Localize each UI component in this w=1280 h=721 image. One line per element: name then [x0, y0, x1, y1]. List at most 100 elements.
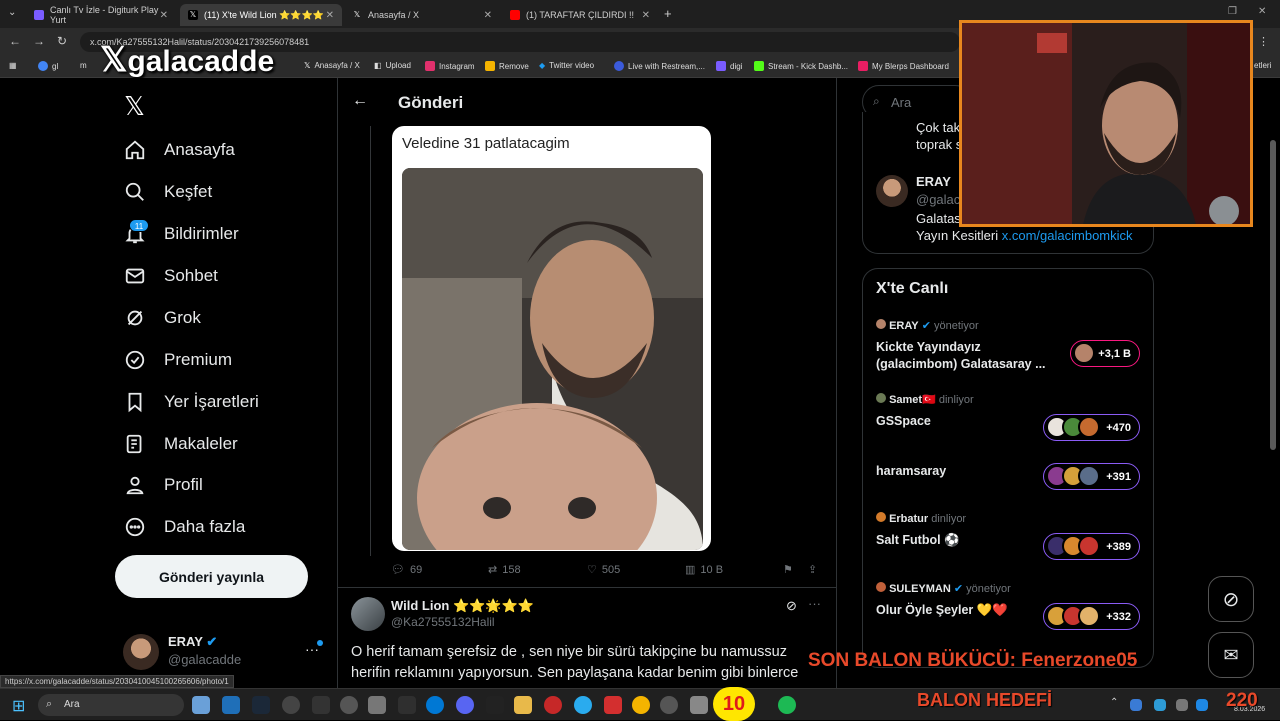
- chrome-icon[interactable]: [632, 696, 650, 714]
- tab-youtube[interactable]: (1) TARAFTAR ÇILDIRDI !! Beşikt ✕: [502, 4, 658, 26]
- live-space-title[interactable]: Kickte Yayındayız (galacimbom) Galatasar…: [876, 339, 1056, 373]
- avatar[interactable]: [876, 175, 908, 207]
- grok-icon[interactable]: ⊘: [786, 598, 797, 614]
- bookmark-kick[interactable]: Stream - Kick Dashb...: [754, 61, 848, 71]
- tray-icon[interactable]: [1176, 699, 1188, 711]
- sidebar-item-label: Keşfet: [164, 182, 213, 201]
- tray-icon[interactable]: [1154, 699, 1166, 711]
- repost-action[interactable]: ⇄ 158: [488, 563, 521, 577]
- live-space-title[interactable]: Olur Öyle Şeyler 💛❤️: [876, 603, 1008, 618]
- share-action[interactable]: ⇪: [808, 563, 817, 576]
- tray-icon[interactable]: [1130, 699, 1142, 711]
- spotify-icon[interactable]: [778, 696, 796, 714]
- post-photo[interactable]: [402, 168, 703, 550]
- 4k-icon[interactable]: [282, 696, 300, 714]
- apps-icon[interactable]: ▦: [9, 61, 17, 70]
- sidebar-item-profil[interactable]: Profil: [124, 474, 203, 496]
- status-url: https://x.com/galacadde/status/203041004…: [0, 675, 234, 688]
- tab-list-icon[interactable]: ⌄: [8, 7, 16, 18]
- epic-games-icon[interactable]: [486, 696, 504, 714]
- bookmark-digi[interactable]: digi: [716, 61, 742, 71]
- app-icon[interactable]: [312, 696, 330, 714]
- sidebar-item-makaleler[interactable]: Makaleler: [124, 433, 238, 455]
- bookmark-icon: ⚑: [783, 564, 793, 576]
- views-action[interactable]: ▥ 10 B: [685, 563, 723, 577]
- live-space-title[interactable]: Salt Futbol ⚽: [876, 533, 960, 548]
- bookmark-m[interactable]: m: [80, 61, 87, 70]
- post-menu-icon[interactable]: ···: [808, 596, 821, 611]
- taskbar-search-input[interactable]: ⌕ Ara: [38, 694, 184, 716]
- live-space-title[interactable]: GSSpace: [876, 414, 931, 428]
- menu-dots-icon[interactable]: ⋮: [1258, 35, 1269, 48]
- like-action[interactable]: ♡ 505: [587, 563, 620, 577]
- bookmark-instagram[interactable]: Instagram: [425, 61, 475, 71]
- bookmark-upload[interactable]: ◧ Upload: [374, 61, 411, 70]
- tray-icon[interactable]: [1196, 699, 1208, 711]
- forward-icon[interactable]: →: [33, 34, 45, 48]
- app-icon[interactable]: [690, 696, 708, 714]
- close-window-icon[interactable]: ✕: [1258, 6, 1266, 17]
- close-icon[interactable]: ✕: [484, 10, 492, 21]
- live-listeners-pill[interactable]: +389: [1043, 533, 1140, 560]
- x-logo-icon[interactable]: 𝕏: [124, 91, 145, 122]
- close-icon[interactable]: ✕: [642, 10, 650, 21]
- bookmark-restream[interactable]: Live with Restream,...: [614, 61, 705, 71]
- messages-float-button[interactable]: ✉: [1208, 632, 1254, 678]
- bookmark-twitter-video[interactable]: ◆ Twitter video: [539, 61, 594, 70]
- telegram-icon[interactable]: [574, 696, 592, 714]
- bookmark-etleri[interactable]: etleri: [1254, 61, 1271, 70]
- close-icon[interactable]: ✕: [326, 10, 334, 21]
- close-icon[interactable]: ✕: [160, 10, 168, 21]
- live-listeners-pill[interactable]: +391: [1043, 463, 1140, 490]
- sidebar-item-anasayfa[interactable]: Anasayfa: [124, 139, 235, 161]
- sidebar-item-yer-isaretleri[interactable]: Yer İşaretleri: [124, 391, 259, 413]
- reply-author-handle[interactable]: @Ka27555132Halil: [391, 615, 495, 629]
- tab-anasayfa[interactable]: 𝕏 Anasayfa / X ✕: [344, 4, 500, 26]
- tab-digiturk[interactable]: Canlı Tv İzle - Digiturk Play Yurt ✕: [26, 4, 176, 26]
- bookmark-action[interactable]: ⚑: [783, 563, 793, 576]
- restore-window-icon[interactable]: ❐: [1228, 6, 1237, 17]
- steam-icon[interactable]: [252, 696, 270, 714]
- tab-wild-lion[interactable]: 𝕏 (11) X'te Wild Lion ⭐⭐⭐⭐ ✕: [180, 4, 342, 26]
- app-icon[interactable]: [398, 696, 416, 714]
- sidebar-item-sohbet[interactable]: Sohbet: [124, 265, 218, 287]
- file-explorer-icon[interactable]: [514, 696, 532, 714]
- listener-count: +332: [1106, 610, 1131, 623]
- reply-action[interactable]: 💬︎ 69: [391, 563, 422, 577]
- app-icon[interactable]: [544, 696, 562, 714]
- store-icon[interactable]: [222, 696, 240, 714]
- reply-avatar[interactable]: [351, 597, 385, 631]
- chevron-up-icon[interactable]: ⌃: [1110, 697, 1118, 708]
- bookmark-anasayfa[interactable]: 𝕏 Anasayfa / X: [304, 61, 360, 70]
- widgets-icon[interactable]: [192, 696, 210, 714]
- settings-icon[interactable]: [660, 696, 678, 714]
- bookmark-remove[interactable]: Remove: [485, 61, 529, 71]
- live-listeners-pill[interactable]: +3,1 B: [1070, 340, 1140, 367]
- back-icon[interactable]: ←: [9, 34, 21, 48]
- sidebar-item-daha-fazla[interactable]: Daha fazla: [124, 516, 245, 538]
- bookmark-gl[interactable]: gl: [38, 61, 58, 71]
- sidebar-item-kesfet[interactable]: Keşfet: [124, 181, 212, 203]
- user-name[interactable]: ERAY: [916, 174, 951, 189]
- reload-icon[interactable]: ↻: [57, 34, 67, 48]
- scrollbar-thumb[interactable]: [1270, 140, 1276, 450]
- new-tab-button[interactable]: +: [664, 6, 672, 21]
- grok-float-button[interactable]: ⊘: [1208, 576, 1254, 622]
- reply-author-name[interactable]: Wild Lion ⭐⭐🌟⭐⭐: [391, 598, 534, 614]
- windows-start-icon[interactable]: ⊞: [12, 696, 25, 716]
- live-listeners-pill[interactable]: +470: [1043, 414, 1140, 441]
- live-space-title[interactable]: haramsaray: [876, 464, 946, 478]
- sidebar-item-premium[interactable]: Premium: [124, 349, 232, 371]
- live-listeners-pill[interactable]: +332: [1043, 603, 1140, 630]
- profile-link[interactable]: x.com/galacimbomkick: [1002, 228, 1133, 243]
- openai-icon[interactable]: [340, 696, 358, 714]
- avatar[interactable]: [123, 634, 159, 670]
- app-icon[interactable]: [604, 696, 622, 714]
- capcut-icon[interactable]: [368, 696, 386, 714]
- post-button[interactable]: Gönderi yayınla: [115, 555, 308, 598]
- bookmark-blerps[interactable]: My Blerps Dashboard: [858, 61, 949, 71]
- sidebar-item-grok[interactable]: Grok: [124, 307, 201, 329]
- back-button[interactable]: ←: [352, 92, 368, 110]
- edge-icon[interactable]: [426, 696, 444, 714]
- discord-icon[interactable]: [456, 696, 474, 714]
